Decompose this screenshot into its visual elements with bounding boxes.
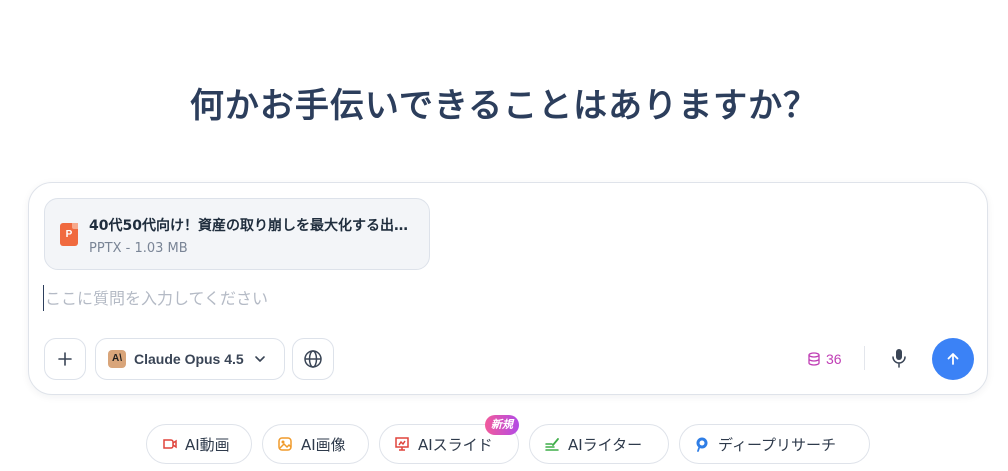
chip-ai-image[interactable]: AI画像 bbox=[262, 424, 369, 464]
chat-composer: P 40代50代向け！資産の取り崩しを最大化する出… PPTX - 1.03 M… bbox=[28, 182, 988, 395]
page-title: 何かお手伝いできることはありますか？ bbox=[189, 86, 819, 126]
chip-deep-research[interactable]: ディープリサーチ bbox=[679, 424, 870, 464]
database-icon bbox=[808, 352, 820, 366]
chip-label: AI動画 bbox=[185, 435, 230, 454]
slide-icon bbox=[395, 437, 409, 451]
chip-ai-writer[interactable]: AIライター bbox=[529, 424, 669, 464]
chip-label: AIライター bbox=[568, 435, 643, 454]
plus-icon bbox=[58, 352, 72, 366]
model-label: Claude Opus 4.5 bbox=[134, 351, 244, 367]
chip-label: ディープリサーチ bbox=[718, 435, 837, 454]
question-input[interactable] bbox=[43, 285, 963, 311]
chip-label: AIスライド bbox=[418, 435, 493, 454]
chevron-down-icon bbox=[254, 356, 265, 362]
microphone-icon bbox=[892, 349, 906, 368]
toolbar-divider bbox=[864, 346, 865, 370]
attached-file-name: 40代50代向け！資産の取り崩しを最大化する出… bbox=[89, 218, 408, 234]
claude-logo-icon: A\ bbox=[108, 350, 126, 368]
web-search-button[interactable] bbox=[292, 338, 334, 380]
new-badge: 新規 bbox=[485, 415, 519, 435]
voice-input-button[interactable] bbox=[887, 346, 911, 370]
arrow-up-icon bbox=[947, 353, 959, 365]
writer-icon bbox=[545, 438, 559, 451]
attached-file-meta: PPTX - 1.03 MB bbox=[89, 241, 188, 256]
send-button[interactable] bbox=[932, 338, 974, 380]
video-icon bbox=[163, 439, 177, 449]
credit-counter: 36 bbox=[808, 349, 842, 369]
research-icon bbox=[696, 437, 708, 452]
model-selector[interactable]: A\ Claude Opus 4.5 bbox=[95, 338, 285, 380]
chip-label: AI画像 bbox=[301, 435, 346, 454]
add-attachment-button[interactable] bbox=[44, 338, 86, 380]
attached-file-card[interactable]: P 40代50代向け！資産の取り崩しを最大化する出… PPTX - 1.03 M… bbox=[44, 198, 430, 270]
credit-count: 36 bbox=[826, 351, 842, 367]
chip-ai-video[interactable]: AI動画 bbox=[146, 424, 252, 464]
pptx-file-icon: P bbox=[60, 223, 78, 246]
globe-icon bbox=[304, 350, 322, 368]
image-icon bbox=[278, 437, 292, 451]
